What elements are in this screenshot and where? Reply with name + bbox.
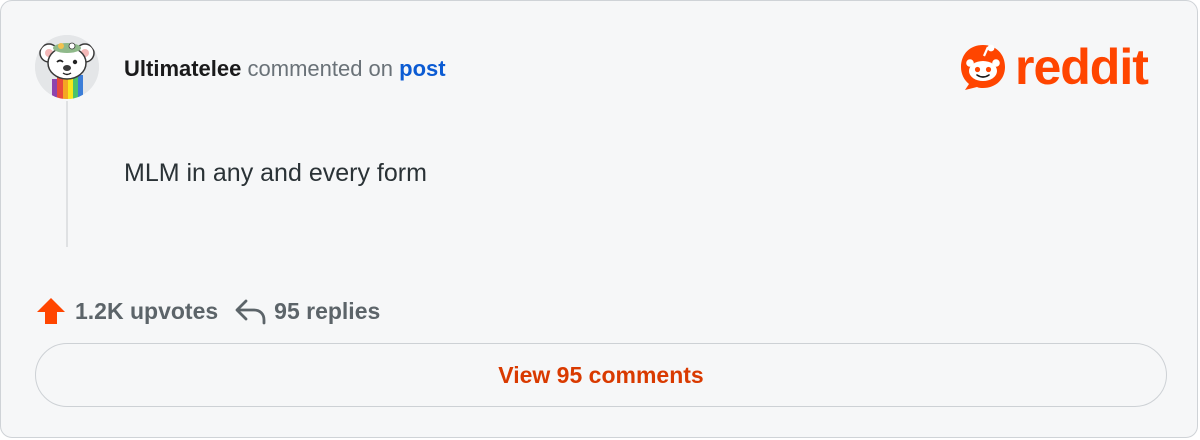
replies-count: 95 replies xyxy=(274,297,381,324)
replies-stat[interactable]: 95 replies xyxy=(234,294,380,328)
upvote-stat[interactable]: 1.2K upvotes xyxy=(35,294,218,328)
upvotes-count: 1.2K upvotes xyxy=(75,297,219,324)
comment-body: MLM in any and every form xyxy=(124,159,427,187)
thread-line xyxy=(66,101,68,247)
reply-arrow-icon[interactable] xyxy=(234,294,268,328)
reddit-snoo-icon xyxy=(961,44,1005,90)
reddit-logo[interactable]: reddit xyxy=(957,39,1149,95)
user-avatar[interactable] xyxy=(35,35,99,99)
reddit-wordmark: reddit xyxy=(1015,39,1149,95)
post-link[interactable]: post xyxy=(399,56,445,81)
action-text: commented on xyxy=(241,56,400,81)
comment-header: Ultimatelee commented on post xyxy=(124,55,446,83)
view-comments-button[interactable]: View 95 comments xyxy=(35,343,1167,407)
comment-card: Ultimatelee commented on post reddit MLM… xyxy=(0,0,1198,438)
comment-stats: 1.2K upvotes 95 replies xyxy=(35,293,380,329)
upvote-arrow-icon[interactable] xyxy=(35,294,69,328)
koala-avatar-icon xyxy=(35,35,99,99)
username[interactable]: Ultimatelee xyxy=(124,56,241,81)
